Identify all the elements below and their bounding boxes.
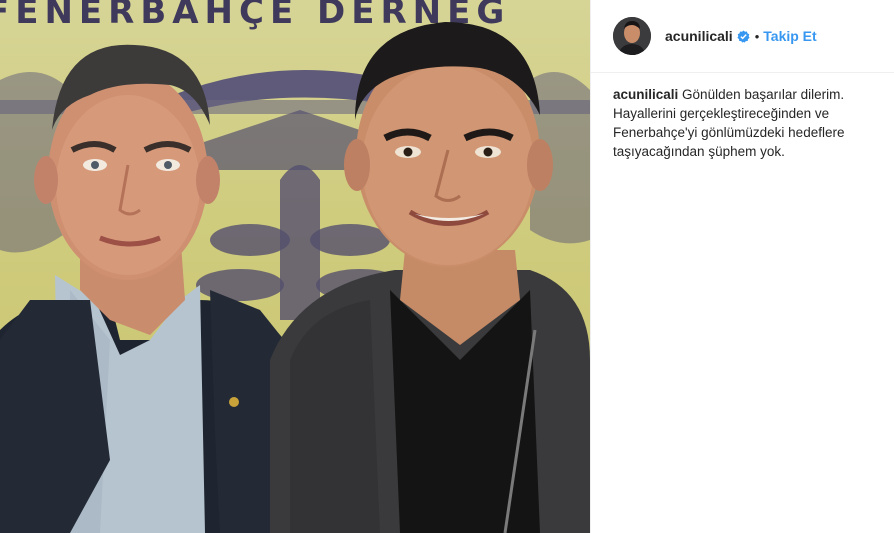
verified-badge-icon	[737, 29, 750, 43]
post-caption: acunilicali Gönülden başarılar dilerim. …	[591, 73, 894, 161]
post-photo[interactable]: FENERBAHÇE DERNEĞ	[0, 0, 590, 533]
instagram-post: FENERBAHÇE DERNEĞ acunilicali • Takip Et…	[0, 0, 894, 533]
separator-dot: •	[754, 28, 760, 44]
post-header: acunilicali • Takip Et	[591, 0, 894, 73]
photo-illustration	[0, 22, 590, 533]
caption-username[interactable]: acunilicali	[613, 87, 678, 102]
post-side-panel: acunilicali • Takip Et acunilicali Gönül…	[590, 0, 894, 533]
avatar[interactable]	[613, 17, 651, 55]
follow-button[interactable]: Takip Et	[763, 28, 816, 44]
avatar-image	[613, 17, 651, 55]
username[interactable]: acunilicali	[665, 28, 733, 44]
